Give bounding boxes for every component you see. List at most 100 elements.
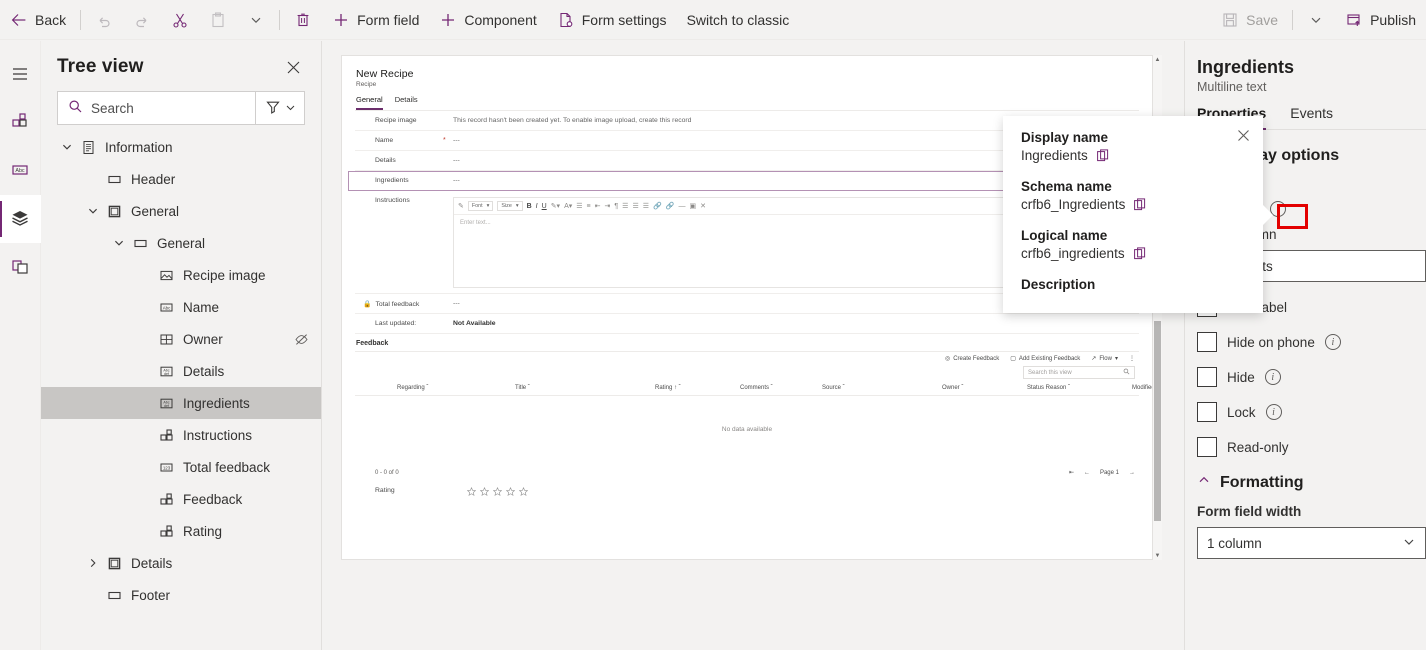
- subgrid-column-header[interactable]: Comments ˇ: [740, 385, 822, 391]
- clear-format-icon[interactable]: ✕: [700, 203, 706, 210]
- subgrid-search-box[interactable]: Search this view: [1023, 366, 1135, 379]
- flow-button[interactable]: ↗ Flow ▾: [1091, 355, 1118, 363]
- font-dropdown[interactable]: Font ▾: [467, 201, 494, 211]
- checkbox-lock[interactable]: Lock i: [1197, 402, 1414, 422]
- copy-icon[interactable]: [1096, 148, 1110, 163]
- save-button[interactable]: Save: [1211, 2, 1288, 38]
- tree-node-recipe-image[interactable]: Recipe image: [41, 259, 321, 291]
- tree-node-header[interactable]: Header: [41, 163, 321, 195]
- align-center-icon[interactable]: ☰: [632, 203, 638, 210]
- tree-node-information[interactable]: Information: [41, 131, 321, 163]
- form-row-last-updated[interactable]: Last updated: Not Available: [355, 314, 1139, 334]
- unlink-icon[interactable]: 🔗: [666, 203, 675, 210]
- checkbox-box[interactable]: [1197, 367, 1217, 387]
- scroll-up-arrow-icon[interactable]: ▲: [1153, 55, 1162, 64]
- checkbox-box[interactable]: [1197, 437, 1217, 457]
- tree-node-rating[interactable]: Rating: [41, 515, 321, 547]
- subgrid-column-header[interactable]: Title ˇ: [515, 385, 655, 391]
- save-options-button[interactable]: [1297, 2, 1335, 38]
- related-forms-panel-button[interactable]: [0, 243, 41, 291]
- first-page-button[interactable]: ⇤: [1069, 469, 1074, 476]
- chevron-down-icon[interactable]: ˇ: [526, 385, 530, 391]
- rating-star-4-icon[interactable]: [505, 486, 516, 498]
- tree-node-general[interactable]: General: [41, 227, 321, 259]
- overflow-icon[interactable]: ⋮: [1129, 355, 1135, 362]
- tree-view-panel-button[interactable]: [0, 195, 41, 243]
- add-existing-feedback-button[interactable]: ▢ Add Existing Feedback: [1010, 355, 1080, 363]
- checkbox-box[interactable]: [1197, 402, 1217, 422]
- underline-icon[interactable]: U: [542, 203, 547, 210]
- rating-star-5-icon[interactable]: [518, 486, 529, 498]
- table-columns-panel-button[interactable]: Abc: [0, 147, 41, 195]
- formatting-section-header[interactable]: Formatting: [1197, 473, 1414, 492]
- subgrid-column-header[interactable]: Rating ↑ ˇ: [655, 385, 740, 391]
- create-feedback-button[interactable]: ◎ Create Feedback: [945, 355, 999, 363]
- search-input-wrapper[interactable]: [58, 92, 257, 124]
- form-field-button[interactable]: Form field: [322, 2, 429, 38]
- bullet-list-icon[interactable]: ☰: [576, 203, 582, 210]
- tree-node-feedback[interactable]: Feedback: [41, 483, 321, 515]
- increase-indent-icon[interactable]: ⇥: [605, 203, 611, 210]
- decrease-indent-icon[interactable]: ⇤: [595, 203, 601, 210]
- subgrid-column-header[interactable]: Owner ˇ: [942, 385, 1027, 391]
- form-row-rating[interactable]: Rating: [355, 481, 1139, 503]
- info-icon[interactable]: i: [1265, 404, 1282, 420]
- checkbox-hide[interactable]: Hide i: [1197, 367, 1414, 387]
- form-tab-general[interactable]: General: [356, 95, 383, 110]
- components-panel-button[interactable]: [0, 99, 41, 147]
- link-icon[interactable]: 🔗: [653, 203, 662, 210]
- tree-node-total-feedback[interactable]: 123 Total feedback: [41, 451, 321, 483]
- horizontal-rule-icon[interactable]: —: [678, 203, 685, 210]
- chevron-down-icon[interactable]: ˇ: [769, 385, 773, 391]
- chevron-down-icon[interactable]: ˇ: [960, 385, 963, 391]
- chevron-down-icon[interactable]: [83, 205, 103, 217]
- chevron-down-icon[interactable]: ˇ: [677, 385, 681, 391]
- previous-page-button[interactable]: ←: [1084, 470, 1090, 476]
- highlight-icon[interactable]: ✎▾: [551, 203, 560, 210]
- undo-button[interactable]: [85, 2, 123, 38]
- tree-node-footer[interactable]: Footer: [41, 579, 321, 611]
- next-page-button[interactable]: →: [1129, 470, 1135, 476]
- subgrid-column-header[interactable]: Status Reason ˇ: [1027, 385, 1132, 391]
- tree-node-details[interactable]: Details: [41, 547, 321, 579]
- tree-node-instructions[interactable]: Instructions: [41, 419, 321, 451]
- checkbox-hide-on-phone[interactable]: Hide on phone i: [1197, 332, 1414, 352]
- chevron-down-icon[interactable]: ˇ: [841, 385, 845, 391]
- rating-star-control[interactable]: [466, 486, 529, 498]
- font-color-icon[interactable]: A▾: [564, 203, 572, 210]
- tree-node-details[interactable]: Abc def Details: [41, 355, 321, 387]
- copy-icon[interactable]: [1133, 197, 1147, 212]
- chevron-down-icon[interactable]: ˇ: [425, 385, 428, 391]
- size-dropdown[interactable]: Size ▾: [497, 201, 523, 211]
- rating-star-3-icon[interactable]: [492, 486, 503, 498]
- canvas-scrollbar-thumb[interactable]: [1154, 321, 1161, 521]
- numbered-list-icon[interactable]: ≡: [587, 203, 591, 210]
- hamburger-menu-button[interactable]: [0, 51, 41, 99]
- checkbox-read-only[interactable]: Read-only: [1197, 437, 1414, 457]
- chevron-down-icon[interactable]: ˇ: [1066, 385, 1070, 391]
- bold-icon[interactable]: B: [527, 203, 532, 210]
- paste-options-button[interactable]: [237, 2, 275, 38]
- search-input[interactable]: [91, 100, 248, 116]
- form-field-width-select[interactable]: 1 column: [1197, 527, 1426, 559]
- chevron-down-icon[interactable]: [57, 141, 77, 153]
- subgrid-column-header[interactable]: Regarding ˇ: [397, 385, 515, 391]
- cut-button[interactable]: [161, 2, 199, 38]
- info-icon[interactable]: i: [1324, 334, 1341, 350]
- copy-icon[interactable]: [1133, 246, 1147, 261]
- info-icon[interactable]: i: [1264, 369, 1281, 385]
- tree-node-general[interactable]: General: [41, 195, 321, 227]
- form-tab-details[interactable]: Details: [395, 95, 418, 110]
- component-button[interactable]: Component: [429, 2, 546, 38]
- rtl-icon[interactable]: ¶: [614, 203, 618, 210]
- rating-star-1-icon[interactable]: [466, 486, 477, 498]
- form-settings-button[interactable]: Form settings: [547, 2, 677, 38]
- tree-node-owner[interactable]: Owner: [41, 323, 321, 355]
- italic-icon[interactable]: I: [536, 203, 538, 210]
- tree-node-ingredients[interactable]: Abc def Ingredients: [41, 387, 321, 419]
- subgrid-column-header[interactable]: Modified On ↓ ˇ: [1132, 385, 1152, 391]
- publish-button[interactable]: Publish: [1335, 2, 1426, 38]
- rating-star-2-icon[interactable]: [479, 486, 490, 498]
- align-right-icon[interactable]: ☰: [643, 203, 649, 210]
- format-painter-icon[interactable]: ✎: [458, 203, 464, 210]
